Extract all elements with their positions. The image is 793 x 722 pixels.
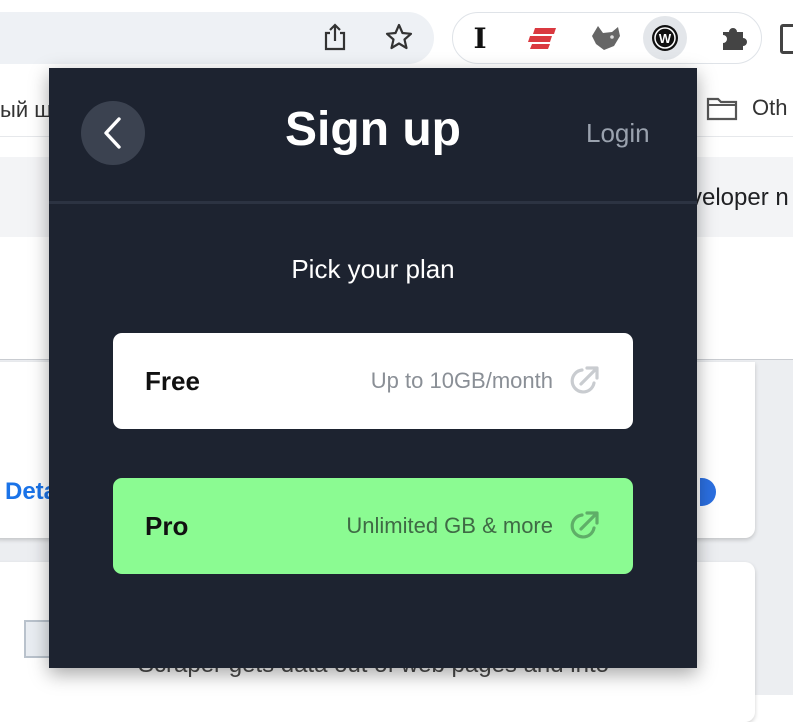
external-link-icon xyxy=(567,509,601,543)
share-icon[interactable] xyxy=(320,22,350,52)
plan-name: Pro xyxy=(145,510,189,541)
folder-icon[interactable] xyxy=(706,95,738,126)
free-plan-button[interactable]: Free Up to 10GB/month xyxy=(113,333,633,429)
plan-name: Free xyxy=(145,365,200,396)
divider xyxy=(49,201,697,204)
address-bar[interactable] xyxy=(0,12,434,64)
plan-description: Up to 10GB/month xyxy=(370,368,553,393)
side-panel-icon[interactable] xyxy=(780,24,793,54)
expressvpn-extension-icon[interactable] xyxy=(526,22,558,54)
external-link-icon xyxy=(567,364,601,398)
bookmark-item[interactable]: ый ш xyxy=(0,97,52,123)
plan-description: Unlimited GB & more xyxy=(346,513,553,538)
extensions-puzzle-icon[interactable] xyxy=(718,22,750,54)
plan-subtitle: Pick your plan xyxy=(291,254,455,284)
pro-plan-button[interactable]: Pro Unlimited GB & more xyxy=(113,478,633,574)
fox-extension-icon[interactable] xyxy=(590,22,622,54)
bookmark-star-icon[interactable] xyxy=(384,22,414,52)
i-cursor-extension-icon[interactable]: I xyxy=(464,22,496,55)
signup-popup: Sign up Login Pick your plan Free Up to … xyxy=(49,68,697,668)
svg-text:W: W xyxy=(659,31,672,46)
background-heading: veloper n xyxy=(690,184,789,211)
webscraper-extension-icon[interactable]: W xyxy=(643,16,687,60)
other-bookmarks-label[interactable]: Oth xyxy=(752,95,787,121)
login-link[interactable]: Login xyxy=(586,118,650,149)
